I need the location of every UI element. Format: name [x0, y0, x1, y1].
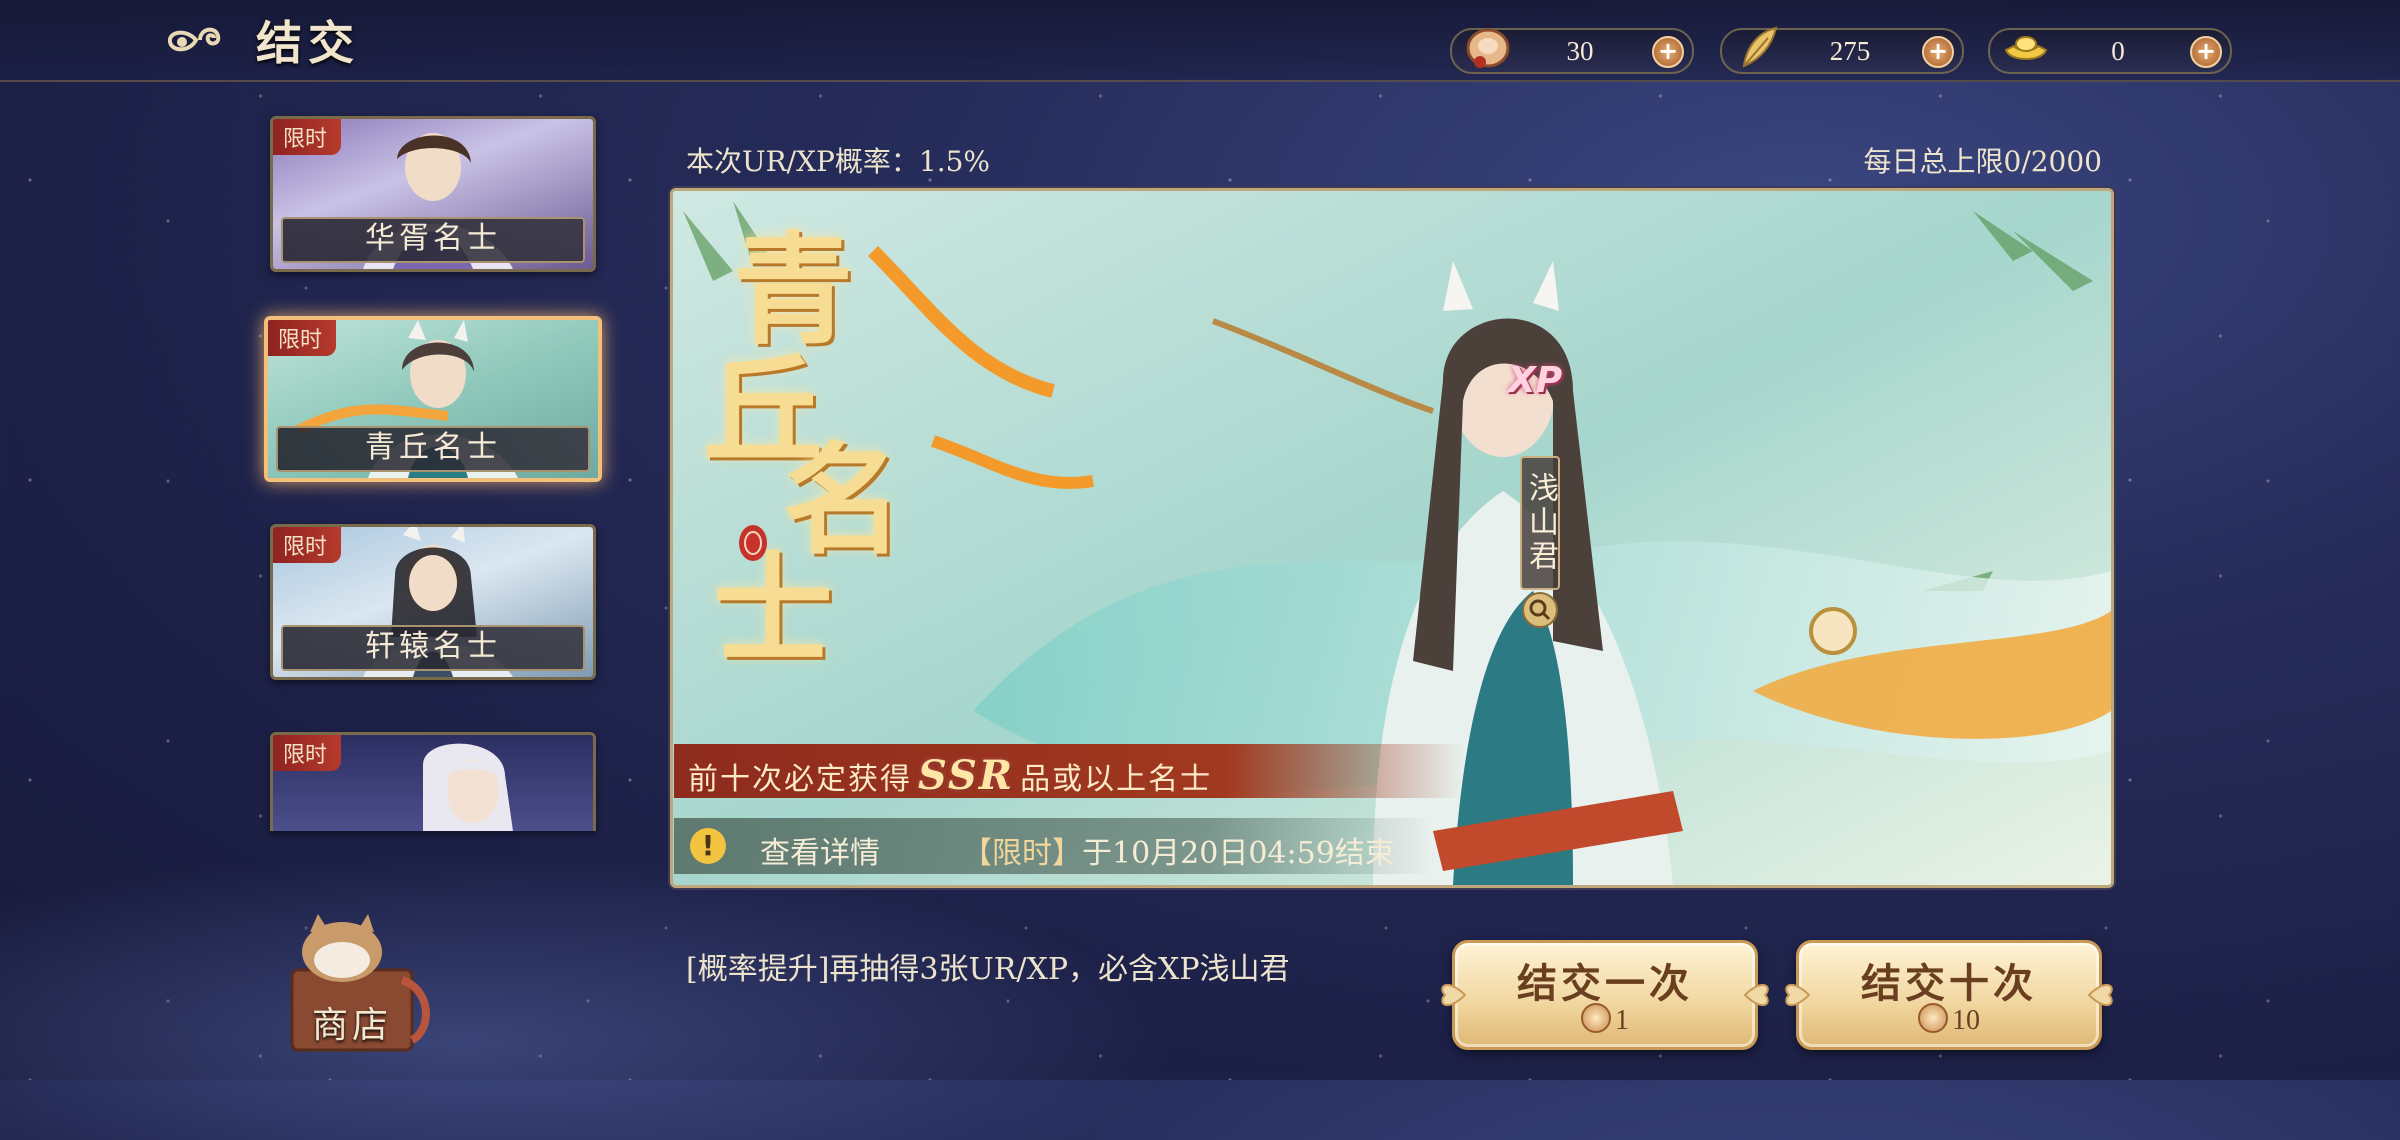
pull-ten-label: 结交十次 [1861, 960, 2037, 1007]
pool-title-char: 士 [713, 540, 833, 681]
xp-badge: XP [1508, 360, 1563, 401]
currency-value: 30 [1566, 36, 1594, 66]
pouch-coin-icon [1581, 1003, 1611, 1033]
guarantee-banner: 前十次必定获得 SSR 品或以上名士 [674, 744, 1464, 799]
currency-feather: 275 + [1720, 26, 1964, 74]
pool-title-char: 青 [733, 220, 853, 361]
currency-ingot: 0 + [1988, 28, 2232, 74]
magnify-icon[interactable] [1522, 592, 1558, 628]
cost-value: 1 [1615, 1005, 1629, 1036]
banner-xuanyuan[interactable]: 限时 轩辕名士 [270, 524, 596, 680]
info-bar: ! 查看详情 【限时】于10月20日04:59结束 [674, 818, 1434, 874]
daily-limit-text: 每日总上限0/2000 [1863, 145, 2102, 178]
limited-tag: 限时 [273, 527, 342, 563]
guarantee-text: 前十次必定获得 SSR 品或以上名士 [688, 752, 1212, 799]
pull-once-button[interactable]: 结交一次 1 [1441, 940, 1769, 1050]
ur-xp-rate-text: 本次UR/XP概率：1.5% [686, 145, 991, 178]
banner-huaxu[interactable]: 限时 华胥名士 [270, 116, 596, 272]
banner-fourth[interactable]: 限时 [270, 732, 596, 831]
view-details-link[interactable]: 查看详情 [760, 828, 880, 872]
banner-qingqiu[interactable]: 限时 青丘名士 [264, 316, 602, 482]
cost-value: 10 [1952, 1005, 1980, 1036]
red-seal-icon [739, 525, 767, 561]
currency-pouch: 30 + [1450, 28, 1694, 74]
guarantee-suffix: 品或以上名士 [1020, 762, 1213, 797]
shop-button[interactable]: 商店 [262, 900, 452, 1060]
limited-tag: 限时 [273, 119, 342, 155]
page-title: 结交 [256, 16, 360, 70]
top-bar: 结交 30 + 275 + 0 + [0, 0, 2400, 82]
rate-boost-text: [概率提升]再抽得3张UR/XP，必含XP浅山君 [686, 952, 1290, 987]
banner-name: 轩辕名士 [281, 625, 585, 671]
banner-name: 华胥名士 [281, 217, 585, 263]
page-header: 结交 [160, 8, 360, 72]
character-name-tag[interactable]: 浅山君 [1520, 456, 1560, 590]
add-currency-button[interactable]: + [1922, 36, 1954, 68]
banner-name: 青丘名士 [276, 426, 590, 472]
pull-once-cost: 1 [1455, 1003, 1755, 1037]
currency-value: 0 [2111, 36, 2125, 66]
pull-once-label: 结交一次 [1517, 960, 1693, 1007]
end-time-value: 于10月20日04:59结束 [1082, 836, 1395, 871]
end-time-text: 【限时】于10月20日04:59结束 [962, 828, 1395, 872]
cloud-swirl-icon[interactable] [160, 18, 240, 62]
feather-icon [1742, 26, 1778, 68]
pull-ten-button[interactable]: 结交十次 10 [1785, 940, 2113, 1050]
pouch-coin-icon [1918, 1003, 1948, 1033]
add-currency-button[interactable]: + [2190, 36, 2222, 68]
limited-tag: 限时 [268, 320, 337, 356]
guarantee-prefix: 前十次必定获得 [688, 762, 912, 797]
currency-value: 275 [1829, 36, 1871, 66]
ssr-rarity-label: SSR [918, 752, 1015, 799]
add-currency-button[interactable]: + [1652, 36, 1684, 68]
exclamation-icon[interactable]: ! [690, 828, 726, 864]
pull-ten-cost: 10 [1799, 1003, 2099, 1037]
gold-ingot-icon [2004, 36, 2048, 60]
limited-tag: 限时 [273, 735, 342, 771]
shop-label: 商店 [312, 1005, 393, 1046]
pouch-coin-icon [1466, 28, 1510, 68]
time-limited-tag: 【限时】 [962, 836, 1082, 871]
